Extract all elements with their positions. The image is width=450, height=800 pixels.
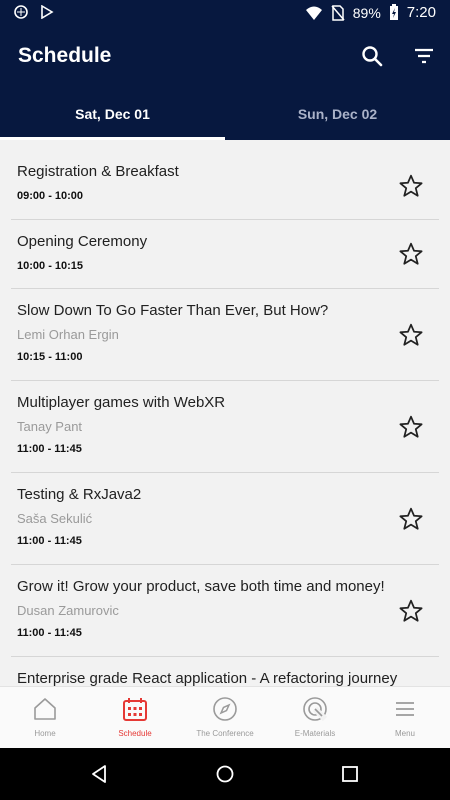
home-circle-icon[interactable] [215, 764, 235, 784]
session-speaker: Dusan Zamurovic [17, 603, 119, 618]
nav-e-materials[interactable]: E-Materials [270, 687, 360, 749]
calendar-icon [123, 698, 147, 721]
list-item[interactable]: Testing & RxJava2 Saša Sekulić 11:00 - 1… [11, 473, 439, 565]
star-icon[interactable] [398, 506, 424, 532]
session-list[interactable]: Registration & Breakfast 09:00 - 10:00 O… [0, 140, 450, 686]
date-tabs: Sat, Dec 01 Sun, Dec 02 [0, 88, 450, 140]
nav-the-conference-label: The Conference [196, 729, 254, 738]
list-item[interactable]: Multiplayer games with WebXR Tanay Pant … [11, 381, 439, 473]
page-title: Schedule [18, 44, 112, 67]
session-title: Grow it! Grow your product, save both ti… [17, 578, 385, 595]
star-icon[interactable] [398, 322, 424, 348]
nav-e-materials-label: E-Materials [294, 729, 336, 738]
session-time: 11:00 - 11:45 [17, 535, 82, 547]
star-icon[interactable] [398, 598, 424, 624]
session-time: 10:15 - 11:00 [17, 351, 83, 363]
session-title: Testing & RxJava2 [17, 486, 142, 503]
session-speaker: Saša Sekulić [17, 511, 93, 526]
clock: 7:20 [406, 4, 436, 21]
star-icon[interactable] [398, 241, 424, 267]
recents-icon[interactable] [340, 764, 360, 784]
play-store-icon [41, 5, 54, 19]
list-item[interactable]: Enterprise grade React application - A r… [11, 657, 439, 686]
session-time: 09:00 - 10:00 [17, 190, 84, 202]
app-bar: Schedule [0, 28, 450, 88]
nav-menu[interactable]: Menu [360, 687, 450, 749]
nav-schedule-label: Schedule [118, 729, 152, 738]
session-time: 11:00 - 11:45 [17, 627, 82, 639]
notification-icon [14, 5, 28, 19]
battery-percentage: 89% [352, 4, 381, 21]
nav-home[interactable]: Home [0, 687, 90, 749]
list-item[interactable]: Slow Down To Go Faster Than Ever, But Ho… [11, 289, 439, 381]
status-bar: 89% 7:20 [0, 0, 450, 28]
session-title: Slow Down To Go Faster Than Ever, But Ho… [17, 302, 329, 319]
star-icon[interactable] [398, 173, 424, 199]
no-sim-icon [331, 4, 345, 21]
list-item[interactable]: Opening Ceremony 10:00 - 10:15 [11, 220, 439, 289]
back-icon[interactable] [90, 764, 110, 784]
session-title: Opening Ceremony [17, 233, 148, 250]
e-materials-icon [303, 697, 328, 722]
system-navigation-bar [0, 748, 450, 800]
battery-charging-icon [389, 4, 398, 20]
bottom-navigation: Home Schedule The Conference E-Materials… [0, 686, 450, 748]
tab-sat-dec-01[interactable]: Sat, Dec 01 [0, 88, 225, 140]
filter-icon[interactable] [412, 44, 436, 68]
nav-home-label: Home [34, 729, 56, 738]
home-icon [34, 698, 56, 720]
session-time: 11:00 - 11:45 [17, 443, 82, 455]
compass-icon [213, 697, 237, 721]
nav-schedule[interactable]: Schedule [90, 687, 180, 749]
list-item[interactable]: Grow it! Grow your product, save both ti… [11, 565, 439, 657]
session-speaker: Tanay Pant [17, 419, 83, 434]
search-icon[interactable] [360, 44, 384, 68]
tab-sun-dec-02[interactable]: Sun, Dec 02 [225, 88, 450, 140]
list-item[interactable]: Registration & Breakfast 09:00 - 10:00 [11, 140, 439, 220]
nav-menu-label: Menu [394, 729, 415, 738]
wifi-icon [305, 6, 322, 20]
star-icon[interactable] [398, 414, 424, 440]
session-title: Multiplayer games with WebXR [17, 394, 226, 411]
nav-the-conference[interactable]: The Conference [180, 687, 270, 749]
session-speaker: Lemi Orhan Ergin [17, 327, 119, 342]
session-title: Enterprise grade React application - A r… [17, 670, 398, 686]
session-title: Registration & Breakfast [17, 163, 179, 180]
session-time: 10:00 - 10:15 [17, 260, 84, 272]
menu-icon [396, 702, 414, 716]
